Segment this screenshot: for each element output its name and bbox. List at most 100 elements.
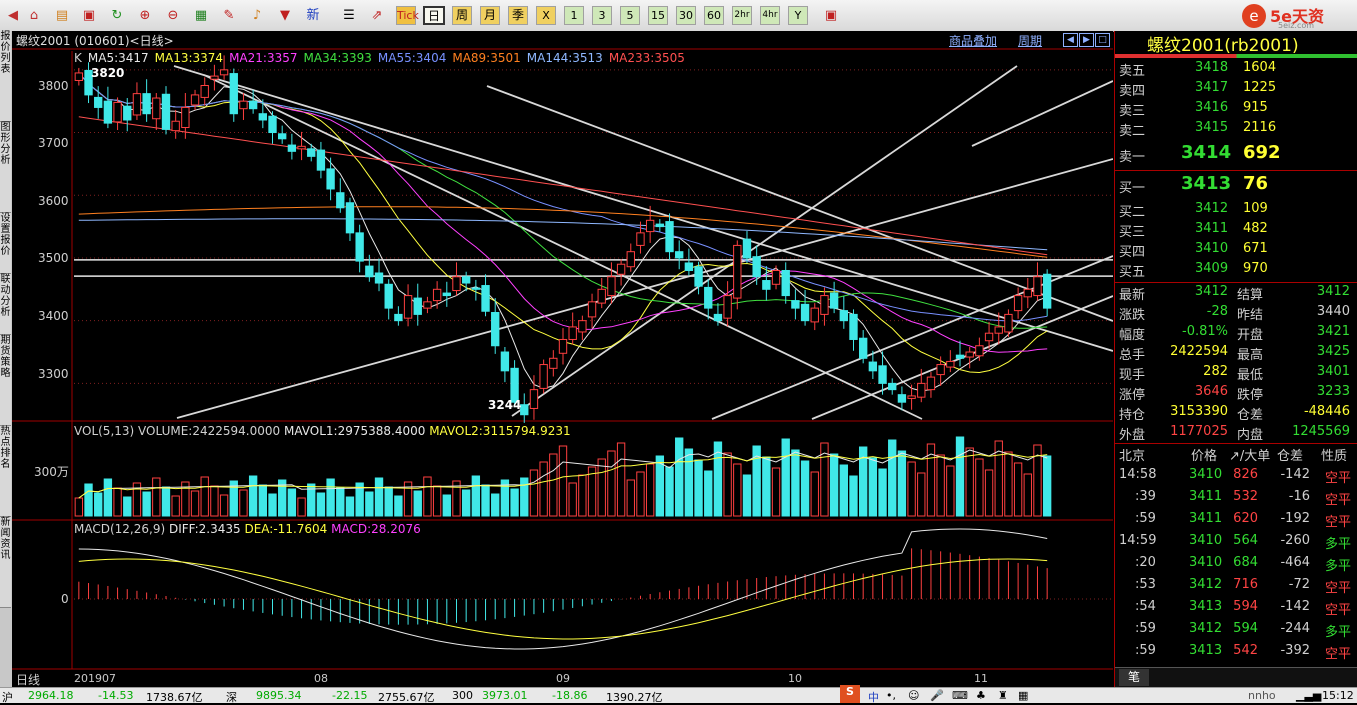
skin-icon[interactable]: ♣ xyxy=(976,689,986,702)
volume-bar xyxy=(781,438,790,517)
candle-body xyxy=(161,93,171,130)
volume-bar xyxy=(423,476,432,517)
candle-body xyxy=(820,295,829,315)
vol-axis-label: 300万 xyxy=(34,465,69,479)
back-icon[interactable]: ◀ xyxy=(4,7,22,24)
candle-body xyxy=(190,94,200,106)
tick-volume: 716 xyxy=(1233,577,1258,592)
macd-axis-zero: 0 xyxy=(61,592,69,606)
ask-price: 3415 xyxy=(1195,120,1229,135)
rail-tab-quote-settings[interactable]: 设置报价 xyxy=(0,213,11,274)
ime-mode[interactable]: 中 xyxy=(868,689,879,705)
status-bar: 沪 2964.18 -14.53 1738.67亿 深 9895.34 -22.… xyxy=(0,685,1357,705)
stat-label: 开盘 xyxy=(1237,328,1264,343)
f10-icon[interactable]: ▣ xyxy=(80,7,98,24)
rail-tab-strategy[interactable]: 期货策略 xyxy=(0,335,11,426)
filter-icon[interactable]: ▼ xyxy=(276,7,294,24)
stat-label: 结算 xyxy=(1237,288,1264,303)
zoom-out-icon[interactable]: ⊖ xyxy=(164,7,182,24)
ask-row: 卖四 3417 1225 xyxy=(1115,80,1357,100)
volume-bar xyxy=(626,479,635,517)
right-arrow-icon[interactable]: ▶ xyxy=(1079,33,1094,47)
daily-button[interactable]: 日 xyxy=(423,6,445,25)
min3-button[interactable]: 3 xyxy=(592,6,612,25)
x-axis-label: 08 xyxy=(314,672,328,685)
shirt-icon[interactable]: ♜ xyxy=(998,689,1008,702)
tick-row: 14:59 3410 564 -260 多平 xyxy=(1115,533,1357,553)
rail-tab-hot-ranking[interactable]: 热点排名 xyxy=(0,426,11,517)
refresh-icon[interactable]: ↻ xyxy=(108,7,126,24)
apps-icon[interactable]: ▦ xyxy=(1018,689,1028,702)
volume-bar xyxy=(200,476,209,517)
custom-button[interactable]: Y xyxy=(788,6,808,25)
overlay-link[interactable]: 商品叠加 xyxy=(949,32,997,49)
rail-tab-chart-analysis[interactable]: 图形分析 xyxy=(0,122,11,213)
price-axis-3500: 3500 xyxy=(38,251,69,265)
volume-bar xyxy=(297,497,306,517)
emoji-icon[interactable]: ☺ xyxy=(908,689,919,702)
bell-icon[interactable]: ♪ xyxy=(248,7,266,24)
chart-panel[interactable]: 螺纹2001 (010601)<日线> 商品叠加 周期 ◀ ▶ □ K MA5:3… xyxy=(12,31,1113,687)
candle-body xyxy=(616,263,626,275)
volume-bar xyxy=(491,493,500,517)
tick-button[interactable]: Tick xyxy=(396,6,419,25)
period-link[interactable]: 周期 xyxy=(1018,32,1042,49)
min30-button[interactable]: 30 xyxy=(676,6,696,25)
mic-icon[interactable]: 🎤 xyxy=(930,689,944,702)
ime-logo-icon[interactable]: S xyxy=(840,685,860,703)
candle-body xyxy=(868,361,878,372)
hr4-button[interactable]: 4hr xyxy=(760,6,780,25)
min1-button[interactable]: 1 xyxy=(564,6,584,25)
ticks-header-nature: 性质 xyxy=(1321,449,1348,464)
chart-icon[interactable]: ⇗ xyxy=(368,7,386,24)
volume-bar xyxy=(365,491,374,517)
zoom-in-icon[interactable]: ⊕ xyxy=(136,7,154,24)
rail-tab-quote-list[interactable]: 报价列表 xyxy=(0,31,11,122)
weekly-button[interactable]: 周 xyxy=(452,6,472,25)
ask-volume: 915 xyxy=(1243,100,1268,115)
tray-icon[interactable]: nnho xyxy=(1248,689,1276,702)
tick-volume: 594 xyxy=(1233,599,1258,614)
tab-trades[interactable]: 笔 xyxy=(1119,669,1149,686)
ticks-header-big: ↗/大单 xyxy=(1229,449,1271,464)
min60-button[interactable]: 60 xyxy=(704,6,724,25)
volume-bar xyxy=(762,456,771,517)
ask1-row: 卖一 3414 692 xyxy=(1115,142,1357,168)
tick-price: 3413 xyxy=(1189,643,1223,658)
ma-legend-ma13: MA13:3374 xyxy=(154,51,224,65)
ime-punct-icon[interactable]: •, xyxy=(886,689,896,702)
home-icon[interactable]: ⌂ xyxy=(25,7,43,24)
candle-body xyxy=(578,320,587,333)
keyboard-icon[interactable]: ⌨ xyxy=(952,689,968,702)
tick-row: :59 3411 620 -192 空平 xyxy=(1115,511,1357,531)
min15-button[interactable]: 15 xyxy=(648,6,668,25)
list-icon[interactable]: ▤ xyxy=(53,7,71,24)
table-icon[interactable]: ☰ xyxy=(340,7,358,24)
clock: 15:12 xyxy=(1322,689,1354,702)
hr2-button[interactable]: 2hr xyxy=(732,6,752,25)
min5-button[interactable]: 5 xyxy=(620,6,640,25)
ma-legend-ma21: MA21:3357 xyxy=(229,51,298,65)
maximize-icon[interactable]: □ xyxy=(1095,33,1110,47)
stat-value: 1245569 xyxy=(1292,424,1350,439)
news-button[interactable]: 新 xyxy=(304,7,322,24)
vol-legend-mavol1: MAVOL1:2975388.4000 xyxy=(283,424,426,438)
chart-canvas[interactable] xyxy=(12,31,1113,687)
candle-body xyxy=(200,84,209,98)
yearly-button[interactable]: X xyxy=(536,6,556,25)
ask-price: 3418 xyxy=(1195,60,1229,75)
stat-value: 3440 xyxy=(1316,304,1350,319)
rail-tab-news[interactable]: 新闻资讯 xyxy=(0,517,11,608)
period-label[interactable]: 日线 xyxy=(16,671,40,688)
draw-icon[interactable]: ✎ xyxy=(220,7,238,24)
monthly-button[interactable]: 月 xyxy=(480,6,500,25)
candle-body xyxy=(442,292,451,297)
quarterly-button[interactable]: 季 xyxy=(508,6,528,25)
window-icon[interactable]: ▦ xyxy=(192,7,210,24)
rail-tab-linked-analysis[interactable]: 联动分析 xyxy=(0,274,11,335)
grid-icon[interactable]: ▣ xyxy=(822,7,840,24)
bid-label: 买三 xyxy=(1119,225,1146,240)
candle-body xyxy=(316,149,326,171)
left-arrow-icon[interactable]: ◀ xyxy=(1063,33,1078,47)
candle-body xyxy=(491,312,500,347)
